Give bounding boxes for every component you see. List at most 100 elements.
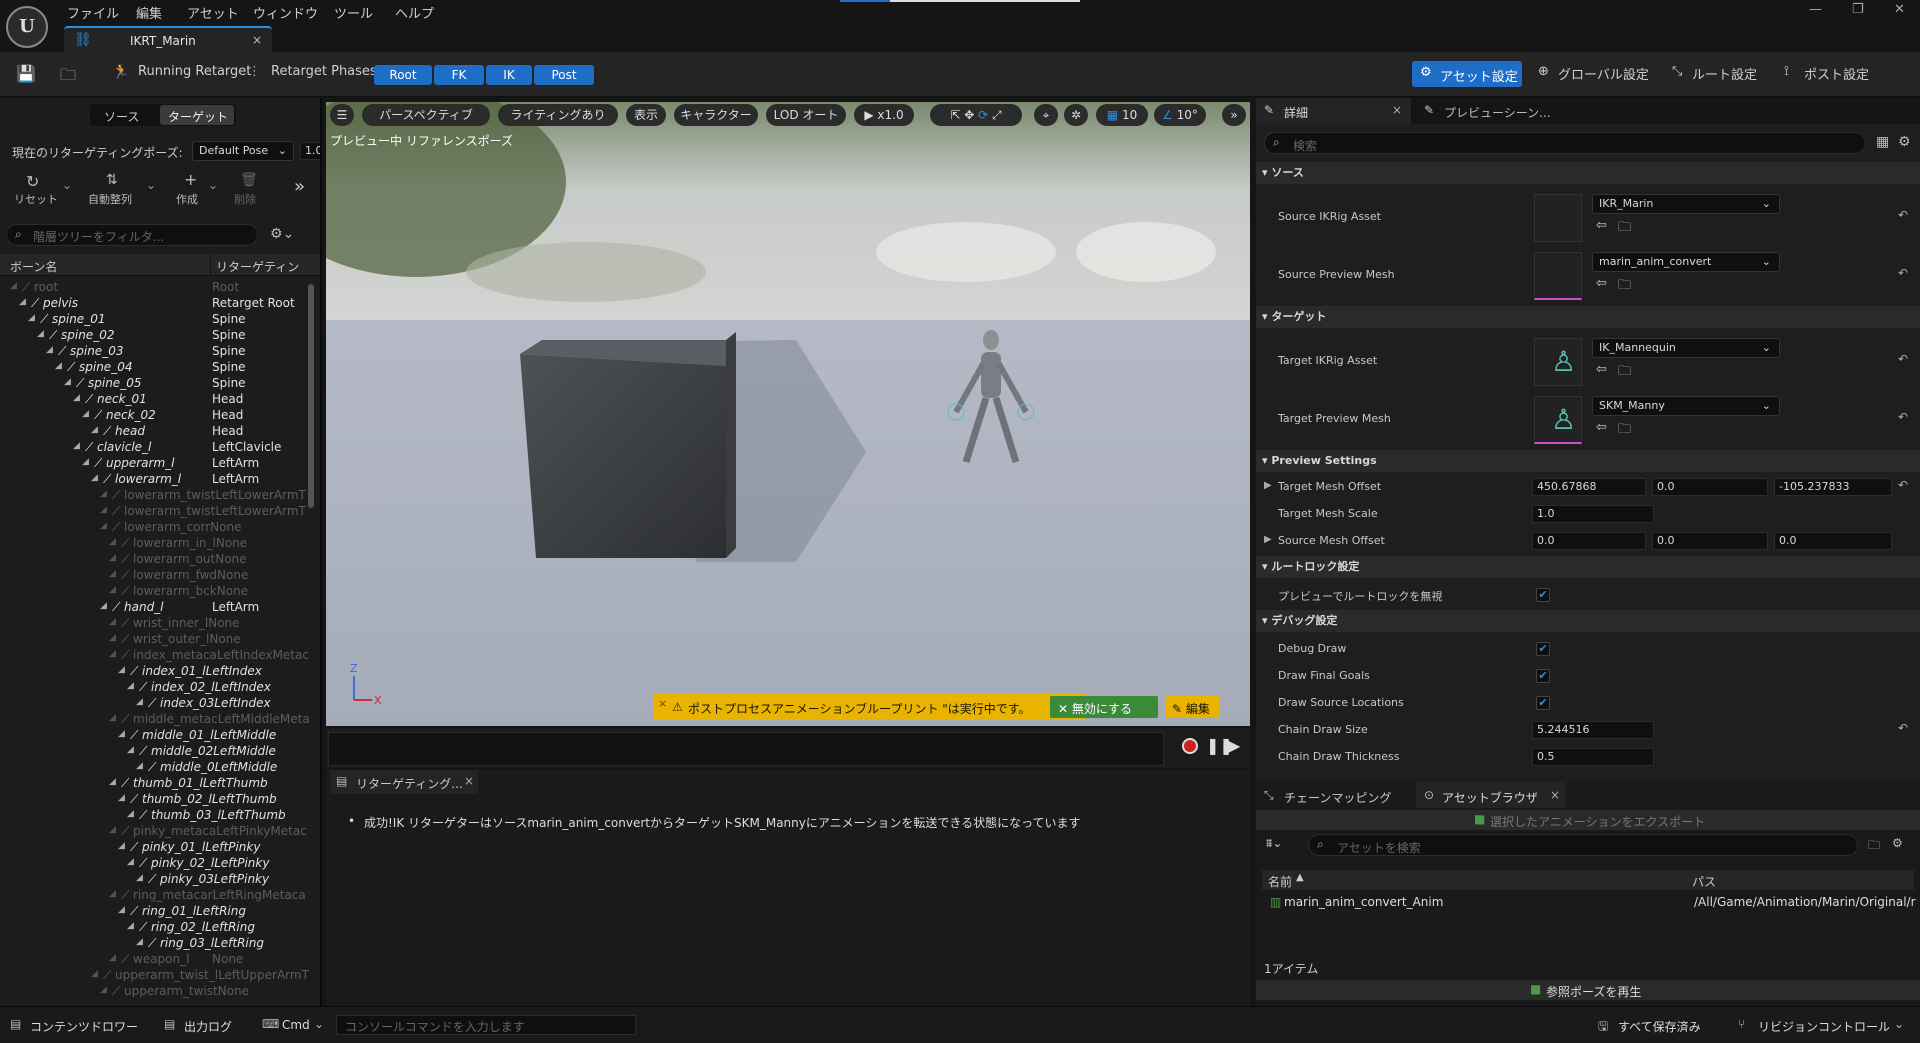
expand-arrow-icon[interactable]: ◢ [109, 649, 116, 659]
asset-settings-button[interactable]: ⚙ アセット設定 [1412, 61, 1522, 87]
expand-arrow-icon[interactable]: ◢ [100, 601, 107, 611]
delete-button[interactable]: 削除 [234, 191, 256, 207]
viewport[interactable]: Z X ☰ パースペクティブ ライティングあり 表示 キャラクター LOD オー… [326, 102, 1250, 726]
show-button[interactable]: 表示 [626, 104, 666, 126]
bone-row[interactable]: ◢ ⟋ ring_01_lLeftRing [0, 904, 306, 920]
debug-draw-checkbox[interactable]: ✔ [1536, 642, 1550, 656]
expand-arrow-icon[interactable]: ◢ [109, 537, 116, 547]
expand-arrow-icon[interactable]: ◢ [109, 553, 116, 563]
target-offset-z-input[interactable]: -105.237833 [1774, 478, 1892, 496]
col-retarget-chain[interactable]: リターゲティン [216, 258, 299, 275]
use-selected-icon[interactable]: ⇦ [1596, 218, 1607, 233]
expand-arrow-icon[interactable]: ◢ [109, 825, 116, 835]
create-button[interactable]: 作成 [176, 191, 198, 207]
asset-search-input[interactable]: ⌕ アセットを検索 [1308, 834, 1858, 856]
viewport-menu-icon[interactable]: ☰ [330, 104, 354, 126]
expand-arrow-icon[interactable]: ▶ [1264, 534, 1272, 545]
expand-arrow-icon[interactable]: ◢ [100, 489, 107, 499]
details-settings-gear-icon[interactable]: ⚙ [1898, 134, 1911, 150]
source-ikrig-thumbnail[interactable] [1534, 194, 1582, 242]
bone-row[interactable]: ◢ ⟋ head Head [0, 424, 306, 440]
bone-row[interactable]: ◢ ⟋ neck_01 Head [0, 392, 306, 408]
browse-icon[interactable]: 🗀 [1618, 420, 1631, 442]
reset-default-icon[interactable]: ↶ [1898, 208, 1908, 222]
bone-row[interactable]: ◢ ⟋ lowerarm_twistLeftLowerArmT [0, 504, 306, 520]
auto-align-button[interactable]: 自動整列 [88, 191, 132, 207]
expand-arrow-icon[interactable]: ◢ [46, 345, 53, 355]
lod-button[interactable]: LOD オート [766, 104, 846, 126]
bone-row[interactable]: ◢ ⟋ clavicle_l LeftClavicle [0, 440, 306, 456]
reset-dropdown-icon[interactable]: ⌄ [62, 178, 72, 192]
minimize-icon[interactable]: — [1809, 2, 1822, 17]
expand-arrow-icon[interactable]: ◢ [28, 313, 35, 323]
preview-scene-tab[interactable]: プレビューシーン... [1444, 104, 1551, 121]
expand-arrow-icon[interactable]: ◢ [100, 505, 107, 515]
bone-row[interactable]: ◢ ⟋ spine_04 Spine [0, 360, 306, 376]
angle-snap-button[interactable]: ∠ 10° [1154, 104, 1206, 126]
expand-arrow-icon[interactable]: ◢ [109, 617, 116, 627]
use-selected-icon[interactable]: ⇦ [1596, 276, 1607, 291]
bone-row[interactable]: ◢ ⟋ lowerarm_bckNone [0, 584, 306, 600]
expand-arrow-icon[interactable]: ◢ [118, 905, 125, 915]
expand-arrow-icon[interactable]: ▶ [1264, 480, 1272, 491]
console-input[interactable]: コンソールコマンドを入力します [336, 1015, 636, 1035]
bone-row[interactable]: ◢ ⟋ spine_03 Spine [0, 344, 306, 360]
transform-tools[interactable]: ⇱ ✥ ⟳ ⤢ [930, 104, 1022, 126]
export-button[interactable]: ■ 選択したアニメーションをエクスポート [1256, 810, 1920, 830]
details-search-input[interactable]: ⌕ 検索 [1264, 132, 1866, 154]
expand-arrow-icon[interactable]: ◢ [109, 889, 116, 899]
bone-row[interactable]: ◢ ⟋ lowerarm_twistLeftLowerArmT [0, 488, 306, 504]
root-lock-checkbox[interactable]: ✔ [1536, 588, 1550, 602]
source-tab[interactable]: ソース [104, 108, 139, 125]
col-path[interactable]: パス [1692, 873, 1716, 890]
expand-arrow-icon[interactable]: ◢ [19, 297, 26, 307]
viewport-expand-icon[interactable]: » [1222, 104, 1246, 126]
reset-icon[interactable]: ↻ [26, 172, 39, 191]
bone-row[interactable]: ◢ ⟋ lowerarm_fwdNone [0, 568, 306, 584]
chain-draw-size-input[interactable]: 5.244516 [1532, 721, 1654, 739]
lighting-button[interactable]: ライティングあり [498, 104, 618, 126]
bone-row[interactable]: ◢ ⟋ ring_02_lLeftRing [0, 920, 306, 936]
content-drawer-button[interactable]: コンテンツドロワー [30, 1018, 138, 1035]
bone-row[interactable]: ◢ ⟋ weapon_l None [0, 952, 306, 968]
expand-arrow-icon[interactable]: ◢ [73, 393, 80, 403]
bone-row[interactable]: ◢ ⟋ neck_02 Head [0, 408, 306, 424]
expand-arrow-icon[interactable]: ◢ [118, 665, 125, 675]
section-preview-settings[interactable]: ▾ Preview Settings [1256, 450, 1920, 472]
root-settings-button[interactable]: ルート設定 [1692, 64, 1757, 83]
restore-icon[interactable]: ❐ [1852, 2, 1864, 17]
column-divider[interactable] [210, 254, 211, 276]
expand-arrow-icon[interactable]: ◢ [91, 969, 98, 979]
source-offset-x-input[interactable]: 0.0 [1532, 532, 1646, 550]
expand-arrow-icon[interactable]: ◢ [127, 681, 134, 691]
reset-default-icon[interactable]: ↶ [1898, 721, 1908, 735]
output-log-button[interactable]: 出力ログ [184, 1018, 232, 1035]
expand-arrow-icon[interactable]: ◢ [127, 857, 134, 867]
bone-row[interactable]: ◢ ⟋ pinky_metacaLeftPinkyMetac [0, 824, 307, 840]
bone-row[interactable]: ◢ ⟋ thumb_03_lLeftThumb [0, 808, 306, 824]
expand-arrow-icon[interactable]: ◢ [100, 521, 107, 531]
save-icon[interactable]: 💾 [16, 64, 36, 83]
close-tab-icon[interactable]: × [1550, 788, 1560, 802]
timeline-track[interactable] [328, 732, 1164, 766]
col-bone-name[interactable]: ボーン名 [10, 258, 57, 275]
bone-row[interactable]: ◢ ⟋ index_metacaLeftIndexMetac [0, 648, 309, 664]
bone-row[interactable]: ◢ ⟋ middle_0LeftMiddle [0, 760, 306, 776]
retarget-pose-blend-input[interactable]: 1.0 [300, 142, 320, 160]
bone-row[interactable]: ◢ ⟋ thumb_02_lLeftThumb [0, 792, 306, 808]
bone-row[interactable]: ◢ ⟋ middle_01_lLeftMiddle [0, 728, 306, 744]
target-ikrig-thumbnail[interactable]: ♙ [1534, 338, 1582, 386]
bone-row[interactable]: ◢ ⟋ ring_03_lLeftRing [0, 936, 306, 952]
bone-row[interactable]: ◢ ⟋ spine_01 Spine [0, 312, 306, 328]
menu-asset[interactable]: アセット [187, 3, 239, 22]
browse-asset-icon[interactable]: 🗀 [60, 64, 76, 91]
section-root-lock[interactable]: ▾ ルートロック設定 [1256, 556, 1920, 578]
draw-final-goals-checkbox[interactable]: ✔ [1536, 669, 1550, 683]
expand-arrow-icon[interactable]: ◢ [136, 937, 143, 947]
expand-arrow-icon[interactable]: ◢ [109, 953, 116, 963]
bone-row[interactable]: ◢ ⟋ pinky_02_lLeftPinky [0, 856, 306, 872]
chain-mapping-tab[interactable]: チェーンマッピング [1284, 789, 1391, 806]
table-view-icon[interactable]: ▦ [1876, 134, 1889, 150]
expand-arrow-icon[interactable]: ◢ [109, 633, 116, 643]
section-source[interactable]: ▾ ソース [1256, 162, 1920, 184]
